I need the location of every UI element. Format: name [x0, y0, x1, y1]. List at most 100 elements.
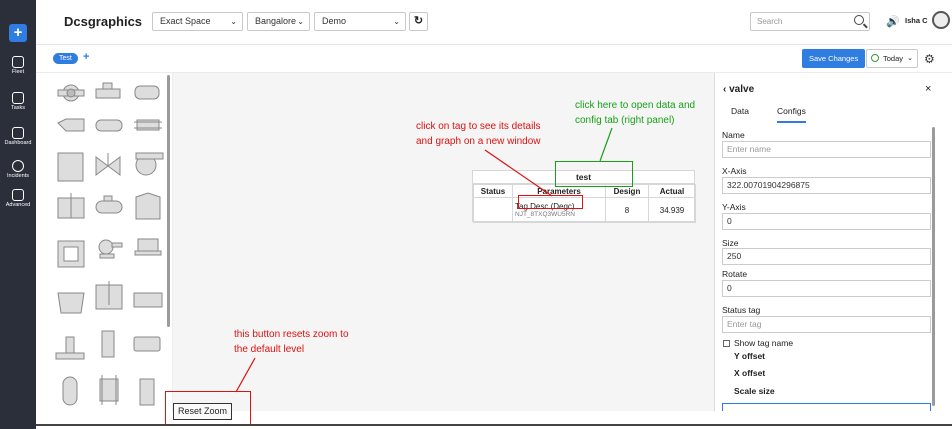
- rail-item-fleet[interactable]: Fleet: [0, 56, 36, 75]
- scale-size-field[interactable]: [722, 403, 931, 411]
- symbol-palette: [36, 73, 173, 411]
- compressor-symbol[interactable]: [95, 82, 121, 99]
- y-axis-field[interactable]: 0: [722, 213, 931, 230]
- motor-symbol[interactable]: [134, 238, 162, 256]
- valve-symbol[interactable]: [95, 153, 121, 176]
- name-label: Name: [722, 130, 745, 140]
- mode-select[interactable]: Demo ⌄: [314, 12, 406, 31]
- city-select[interactable]: Bangalore ⌄: [247, 12, 310, 31]
- panel-title-text: valve: [729, 84, 755, 95]
- status-tag-field[interactable]: Enter tag: [722, 316, 931, 333]
- annotation-highlight-green: [555, 161, 633, 187]
- tab-test[interactable]: Test: [53, 53, 78, 64]
- tab-data[interactable]: Data: [731, 106, 749, 116]
- cooler-symbol[interactable]: [134, 85, 160, 100]
- save-changes-button[interactable]: Save Changes: [802, 49, 866, 68]
- space-select-value: Exact Space: [160, 16, 211, 26]
- centrifugal-pump-symbol[interactable]: [98, 239, 123, 259]
- rail-item-label: Tasks: [10, 105, 26, 111]
- x-axis-field[interactable]: 322.00701904296875: [722, 177, 931, 194]
- close-icon[interactable]: ×: [925, 83, 931, 95]
- rail-item-label: Dashboard: [4, 140, 32, 146]
- heat-exchanger-symbol[interactable]: [134, 119, 162, 131]
- pipe-segment-symbol[interactable]: [101, 330, 115, 358]
- bottom-divider: [36, 424, 952, 426]
- search-input[interactable]: Search: [750, 12, 870, 31]
- annotation-highlight-red: [518, 195, 583, 209]
- advanced-icon: [12, 189, 24, 201]
- refresh-button[interactable]: ↻: [409, 12, 428, 31]
- show-tag-checkbox[interactable]: [723, 340, 730, 347]
- column-header: Status: [473, 184, 513, 198]
- user-name[interactable]: Isha C: [905, 16, 928, 25]
- size-field[interactable]: 250: [722, 248, 931, 265]
- rail-item-label: Advanced: [5, 202, 31, 208]
- tank-symbol[interactable]: [57, 152, 84, 182]
- reducer-symbol[interactable]: [57, 118, 85, 132]
- reactor-symbol[interactable]: [99, 375, 119, 405]
- column-header: Actual: [648, 184, 696, 198]
- clarifier-symbol[interactable]: [57, 292, 85, 314]
- toolbar: Test + Save Changes Today ⌄ ⚙: [36, 45, 952, 73]
- app-root: + Fleet Tasks Dashboard Incidents Advanc…: [0, 0, 952, 429]
- silo-symbol[interactable]: [135, 192, 161, 220]
- fleet-icon: [12, 56, 24, 68]
- speaker-icon[interactable]: 🔊: [886, 15, 900, 28]
- search-icon[interactable]: [854, 15, 864, 25]
- status-cell: [473, 197, 513, 223]
- rotate-field[interactable]: 0: [722, 280, 931, 297]
- tag-code: NJT_8TXQ3WU5RN: [515, 211, 575, 218]
- cylinder-symbol[interactable]: [133, 336, 161, 352]
- capsule-symbol[interactable]: [62, 376, 78, 406]
- date-range-value: Today: [883, 54, 904, 63]
- flange-symbol[interactable]: [55, 336, 85, 360]
- panel-scrollbar[interactable]: [932, 127, 935, 406]
- mode-select-value: Demo: [322, 16, 347, 26]
- date-range-select[interactable]: Today ⌄: [866, 49, 918, 68]
- actual-cell: 34.939: [648, 197, 696, 223]
- annotation-line: and graph on a new window: [416, 136, 541, 147]
- add-tab-button[interactable]: +: [83, 51, 89, 63]
- annotation-line: config tab (right panel): [575, 115, 675, 126]
- left-rail: + Fleet Tasks Dashboard Incidents Advanc…: [0, 0, 36, 429]
- scale-size-label: Scale size: [734, 386, 775, 396]
- avatar[interactable]: [932, 11, 950, 29]
- dashboard-icon: [12, 127, 24, 139]
- rail-item-advanced[interactable]: Advanced: [0, 189, 36, 208]
- tag-annotation: click on tag to see its details and grap…: [416, 119, 541, 149]
- status-tag-label: Status tag: [722, 305, 761, 315]
- symbol-grid: [55, 82, 164, 406]
- annotation-line: this button resets zoom to: [234, 329, 349, 340]
- rail-item-incidents[interactable]: Incidents: [0, 160, 36, 179]
- annotation-line: click on tag to see its details: [416, 121, 541, 132]
- rail-item-dashboard[interactable]: Dashboard: [0, 127, 36, 146]
- separator-symbol[interactable]: [57, 193, 85, 219]
- filter-press-symbol[interactable]: [133, 292, 163, 308]
- chevron-down-icon: ⌄: [230, 17, 237, 26]
- annotation-highlight-red: [165, 391, 251, 425]
- annotation-line: the default level: [234, 344, 305, 355]
- gear-icon[interactable]: ⚙: [924, 52, 935, 66]
- drum-symbol[interactable]: [95, 195, 123, 214]
- rail-item-tasks[interactable]: Tasks: [0, 92, 36, 111]
- name-field[interactable]: Enter name: [722, 141, 931, 158]
- agitator-tank-symbol[interactable]: [95, 281, 123, 310]
- x-offset-label: X offset: [734, 368, 766, 378]
- column-symbol[interactable]: [139, 378, 155, 406]
- zoom-annotation: this button resets zoom to the default l…: [234, 327, 349, 357]
- size-label: Size: [722, 238, 739, 248]
- blower-symbol[interactable]: [135, 152, 164, 176]
- tasks-icon: [12, 92, 24, 104]
- vessel-horizontal-symbol[interactable]: [95, 119, 123, 132]
- refresh-icon: ↻: [413, 15, 424, 27]
- box-symbol[interactable]: [57, 240, 85, 268]
- space-select[interactable]: Exact Space ⌄: [152, 12, 243, 31]
- incidents-icon: [12, 160, 24, 172]
- table-row: Tag Desc (Degc) NJT_8TXQ3WU5RN 8 34.939: [473, 197, 696, 223]
- palette-scrollbar[interactable]: [167, 75, 170, 327]
- search-placeholder: Search: [757, 17, 783, 26]
- panel-title: ‹ valve: [723, 84, 755, 95]
- add-button[interactable]: +: [9, 24, 27, 42]
- pump-symbol[interactable]: [57, 84, 85, 102]
- tab-configs[interactable]: Configs: [777, 106, 806, 123]
